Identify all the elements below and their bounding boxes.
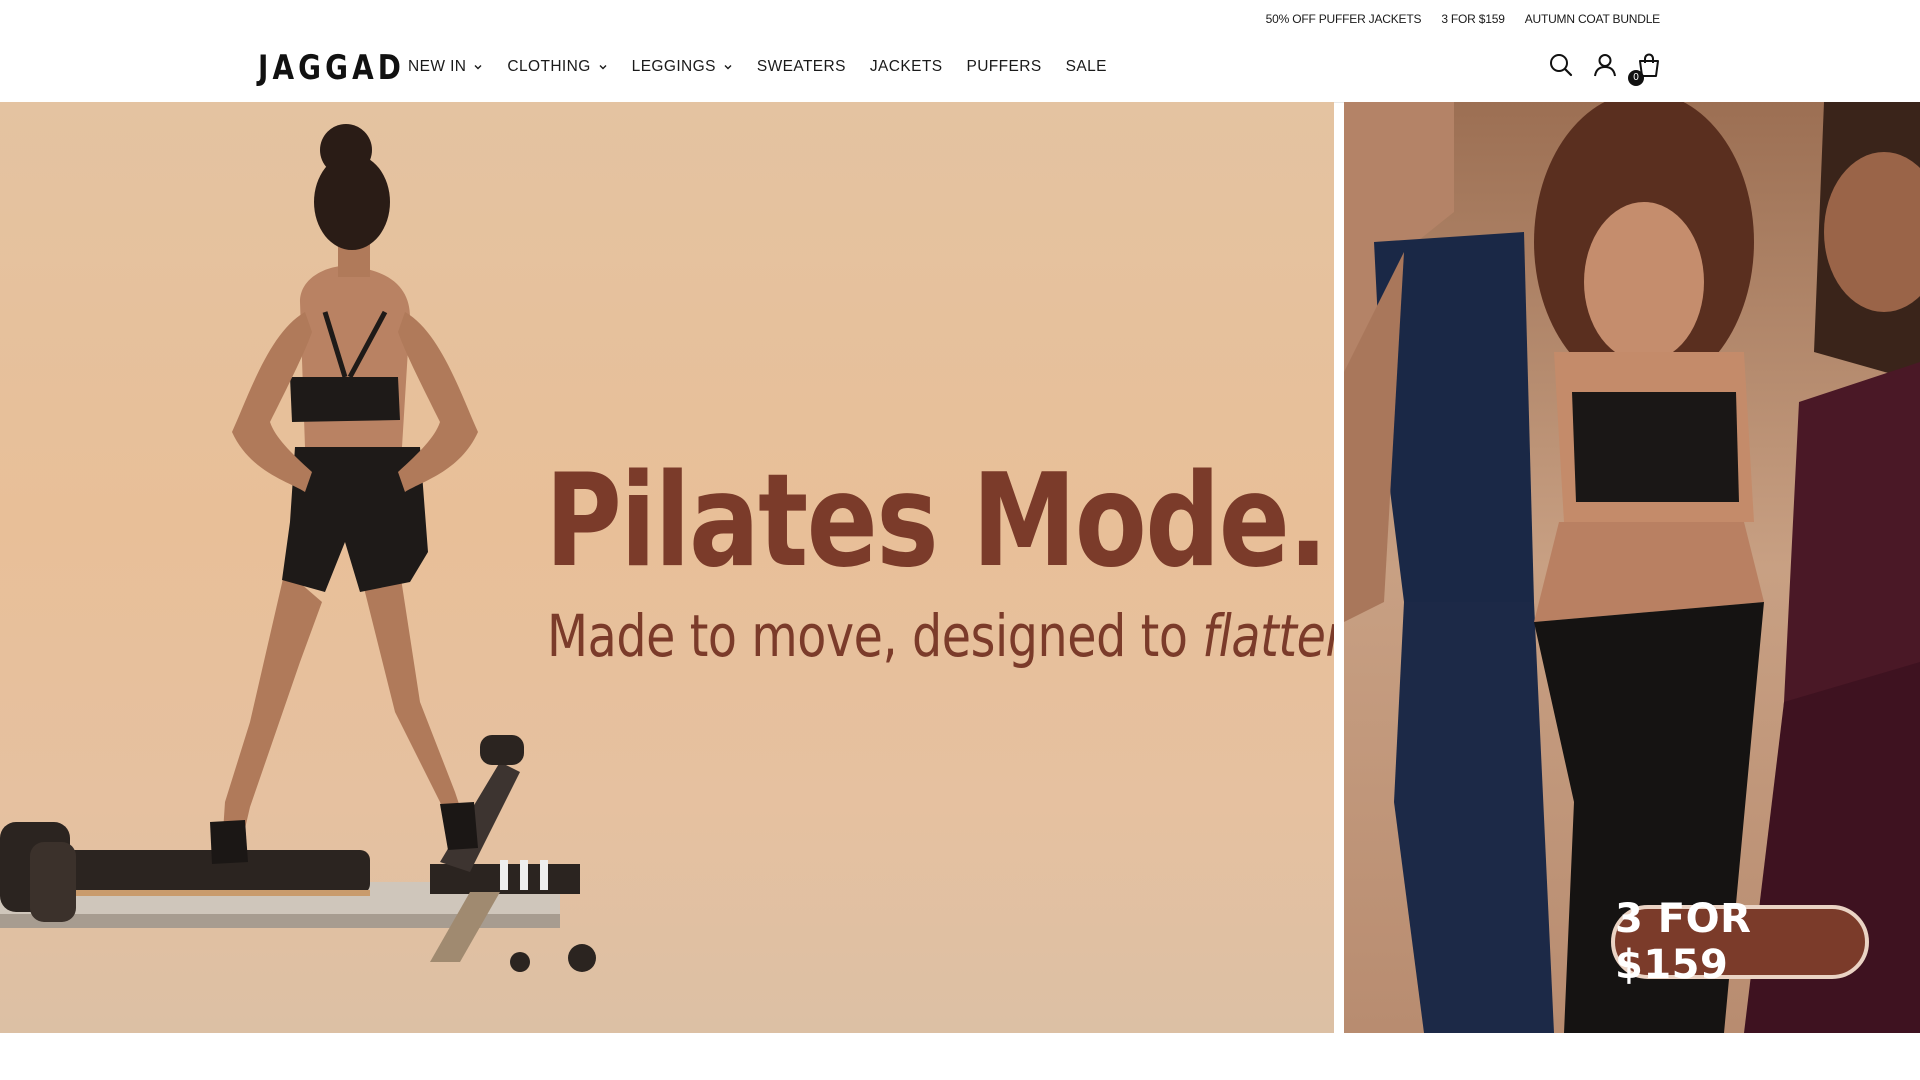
search-icon	[1550, 54, 1573, 77]
hero-image-models	[1344, 102, 1920, 1033]
nav-item-label: CLOTHING	[507, 58, 591, 75]
account-button[interactable]	[1592, 52, 1618, 78]
nav-item-new-in[interactable]: NEW IN	[408, 58, 483, 76]
nav-item-sale[interactable]: SALE	[1066, 58, 1107, 76]
nav-item-puffers[interactable]: PUFFERS	[966, 58, 1041, 76]
announcement-link-3-for-159[interactable]: 3 FOR $159	[1441, 12, 1505, 26]
nav-item-leggings[interactable]: LEGGINGS	[632, 58, 733, 76]
announcement-link-puffer-sale[interactable]: 50% OFF PUFFER JACKETS	[1266, 12, 1422, 26]
nav-item-label: SALE	[1065, 58, 1107, 75]
announcement-links: 50% OFF PUFFER JACKETS 3 FOR $159 AUTUMN…	[1266, 12, 1661, 26]
nav-item-label: JACKETS	[869, 58, 943, 75]
site-header: JAGGAD NEW IN CLOTHING LEGGINGS SWEATERS…	[0, 40, 1920, 103]
nav-item-label: SWEATERS	[756, 58, 846, 75]
search-button[interactable]	[1548, 52, 1574, 78]
chevron-down-icon	[599, 65, 607, 70]
nav-item-label: NEW IN	[408, 58, 467, 75]
chevron-down-icon	[474, 65, 482, 70]
nav-item-sweaters[interactable]: SWEATERS	[757, 58, 846, 76]
nav-item-jackets[interactable]: JACKETS	[870, 58, 943, 76]
cart-button[interactable]: 0	[1628, 52, 1662, 86]
hero-subtitle: Made to move, designed to flatter.	[547, 602, 1334, 670]
nav-item-label: LEGGINGS	[631, 58, 716, 75]
nav-item-label: PUFFERS	[966, 58, 1042, 75]
promo-badge-button[interactable]: 3 FOR $159	[1611, 896, 1869, 988]
header-icons: 0	[1548, 52, 1662, 86]
hero-panel-right[interactable]	[1344, 102, 1920, 1033]
hero-banner[interactable]: Pilates Mode. Made to move, designed to …	[0, 102, 1920, 1033]
hero-subtitle-text: Made to move, designed to	[547, 602, 1188, 670]
main-nav: NEW IN CLOTHING LEGGINGS SWEATERS JACKET…	[408, 58, 1107, 76]
announcement-link-coat-bundle[interactable]: AUTUMN COAT BUNDLE	[1525, 12, 1661, 26]
logo[interactable]: JAGGAD	[258, 48, 405, 88]
hero-panel-left[interactable]: Pilates Mode. Made to move, designed to …	[0, 102, 1334, 1033]
hero-title: Pilates Mode.	[545, 447, 1328, 596]
hero-subtitle-emphasis: flatter.	[1202, 602, 1334, 670]
announcement-bar: 50% OFF PUFFER JACKETS 3 FOR $159 AUTUMN…	[0, 0, 1920, 40]
cart-count-badge: 0	[1628, 70, 1644, 86]
nav-item-clothing[interactable]: CLOTHING	[507, 58, 607, 76]
chevron-down-icon	[724, 65, 732, 70]
account-icon	[1594, 54, 1616, 77]
